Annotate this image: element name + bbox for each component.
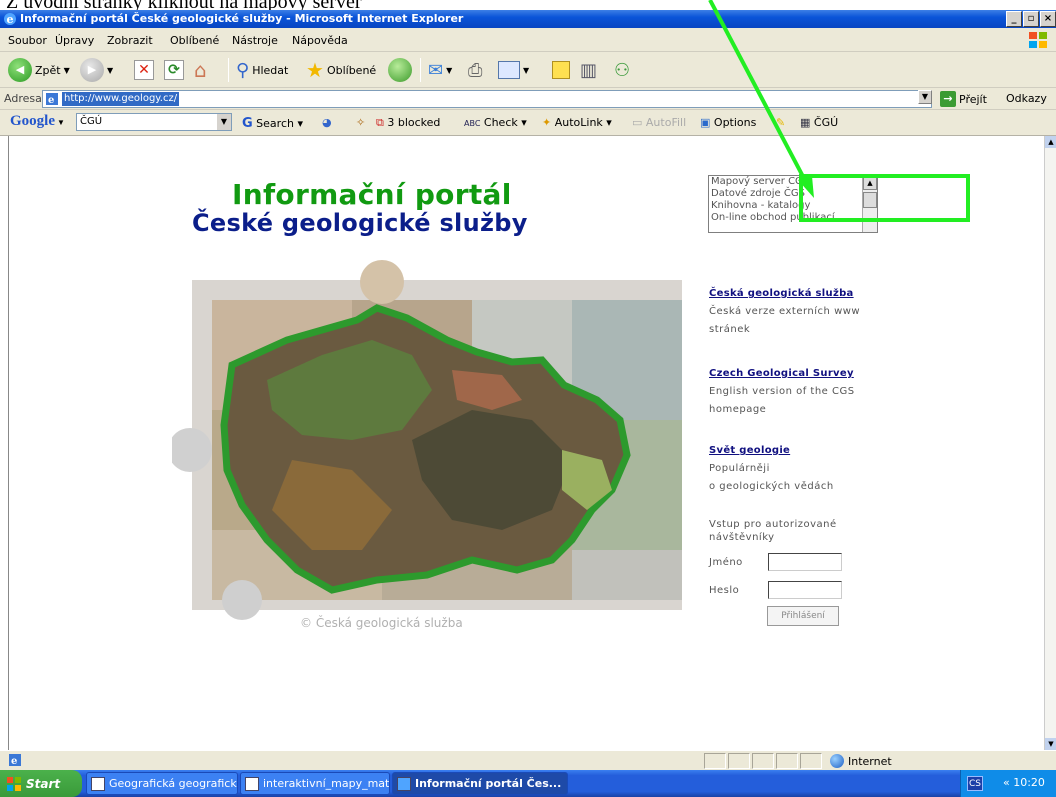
task-label: Geografická geografická ... bbox=[109, 777, 238, 790]
name-label: Jméno bbox=[709, 557, 743, 568]
copyright-text: © Česká geologická služba bbox=[300, 616, 463, 630]
status-bar: e Internet bbox=[0, 750, 1056, 770]
globe-icon bbox=[830, 754, 844, 768]
link-description: Populárněji bbox=[709, 463, 770, 474]
start-button[interactable]: Start bbox=[0, 770, 82, 797]
login-button[interactable]: Přihlášení bbox=[767, 606, 839, 626]
page-status-icon: e bbox=[9, 754, 21, 767]
system-tray: CS « 10:20 bbox=[960, 770, 1056, 797]
login-heading-line: Vstup pro autorizované bbox=[709, 519, 837, 530]
link-description: English version of the CGS bbox=[709, 386, 855, 397]
link-description: homepage bbox=[709, 404, 767, 415]
link-ceska-geologicka-sluzba[interactable]: Česká geologická služba bbox=[709, 285, 860, 303]
task-label: Informační portál Čes... bbox=[415, 777, 562, 790]
czech-map-puzzle-image bbox=[172, 260, 682, 620]
task-label: interaktivní_mapy_mater... bbox=[263, 777, 390, 790]
task-internet-explorer[interactable]: Informační portál Čes... bbox=[392, 772, 568, 795]
security-zone: Internet bbox=[830, 754, 892, 768]
name-input[interactable] bbox=[768, 553, 842, 571]
login-heading-line: návštěvníky bbox=[709, 532, 775, 543]
status-pane bbox=[728, 753, 750, 769]
status-pane bbox=[752, 753, 774, 769]
language-indicator[interactable]: CS bbox=[967, 776, 983, 791]
task-word-doc-1[interactable]: Geografická geografická ... bbox=[86, 772, 238, 795]
svg-text:e: e bbox=[11, 756, 17, 767]
zone-label: Internet bbox=[848, 754, 892, 768]
login-heading: Vstup pro autorizované návštěvníky bbox=[709, 518, 837, 544]
status-pane bbox=[800, 753, 822, 769]
task-word-doc-2[interactable]: interaktivní_mapy_mater... bbox=[240, 772, 390, 795]
windows-flag-icon bbox=[7, 776, 21, 791]
link-description: stránek bbox=[709, 324, 751, 335]
link-svet-geologie[interactable]: Svět geologie bbox=[709, 442, 834, 460]
link-czech-geological-survey[interactable]: Czech Geological Survey bbox=[709, 365, 855, 383]
password-input[interactable] bbox=[768, 581, 842, 599]
link-description: o geologických vědách bbox=[709, 481, 834, 492]
taskbar: Start Geografická geografická ... intera… bbox=[0, 770, 1056, 797]
ie-logo-icon bbox=[397, 776, 411, 791]
word-document-icon bbox=[91, 776, 105, 791]
start-label: Start bbox=[26, 776, 61, 791]
link-description: Česká verze externích www bbox=[709, 306, 861, 317]
side-link-block: Svět geologie Populárněji o geologických… bbox=[709, 442, 834, 496]
password-label: Heslo bbox=[709, 585, 740, 596]
word-document-icon bbox=[245, 776, 259, 791]
side-link-block: Czech Geological Survey English version … bbox=[709, 365, 855, 419]
clock: « 10:20 bbox=[1003, 776, 1045, 789]
status-pane bbox=[776, 753, 798, 769]
status-pane bbox=[704, 753, 726, 769]
side-link-block: Česká geologická služba Česká verze exte… bbox=[709, 285, 860, 339]
